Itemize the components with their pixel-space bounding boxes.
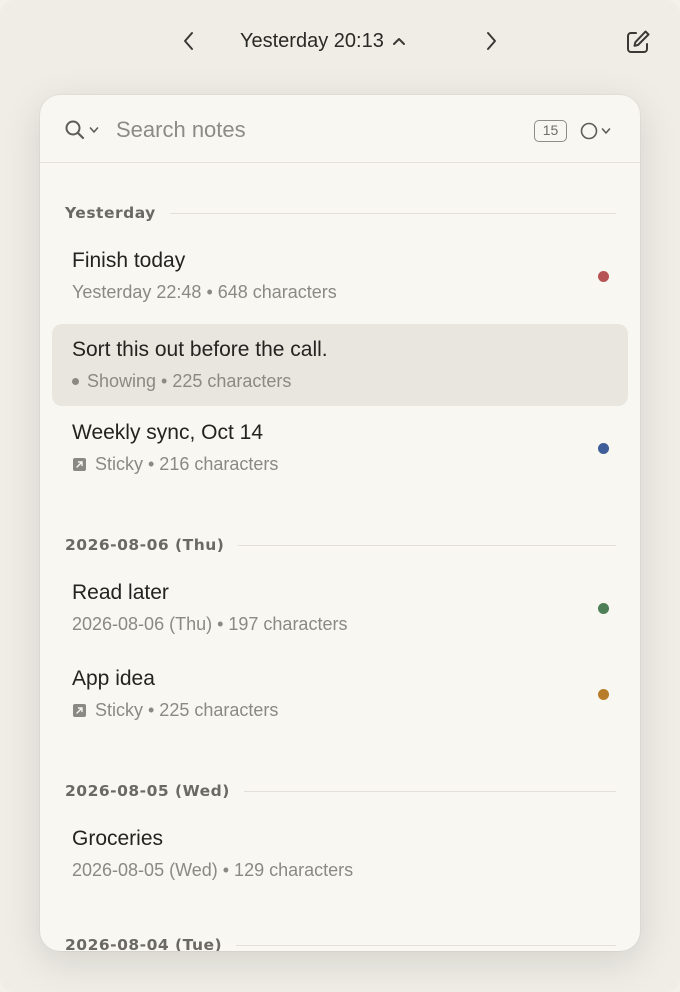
group-header: 2026-08-04 (Tue) (65, 933, 616, 951)
top-bar: Yesterday 20:13 (0, 0, 680, 84)
compose-icon (627, 30, 650, 53)
note-meta-text: 2026-08-05 (Wed) • 129 characters (72, 860, 354, 880)
circle-icon (580, 122, 598, 140)
compose-button[interactable] (622, 26, 654, 58)
group-label: Yesterday (65, 204, 156, 222)
note-meta: 2026-08-05 (Wed) • 129 characters (72, 860, 353, 881)
chevron-left-icon (184, 32, 193, 50)
sticky-icon (73, 704, 86, 717)
list-item[interactable]: App idea Sticky • 225 characters (52, 653, 628, 735)
list-item[interactable]: Weekly sync, Oct 14 Sticky • 216 charact… (52, 407, 628, 489)
group-header: Yesterday (65, 201, 616, 225)
previous-note-button[interactable] (174, 26, 204, 56)
note-meta-text: Sticky • 225 characters (95, 700, 279, 720)
list-item[interactable]: Finish today Yesterday 22:48 • 648 chara… (52, 235, 628, 317)
note-title: App idea (72, 667, 155, 690)
search-bar: 15 (40, 95, 640, 163)
chevron-up-icon (392, 38, 405, 45)
group-label: 2026-08-06 (Thu) (65, 536, 225, 554)
filter-button[interactable] (580, 121, 611, 141)
group-label: 2026-08-04 (Tue) (65, 936, 223, 951)
list-item[interactable]: Sort this out before the call. Showing •… (52, 324, 628, 406)
note-meta-text: Showing • 225 characters (87, 371, 292, 391)
note-title: Read later (72, 581, 169, 604)
sticky-icon (73, 458, 86, 471)
chevron-down-icon (89, 127, 99, 133)
list-item[interactable]: Groceries 2026-08-05 (Wed) • 129 charact… (52, 813, 628, 895)
note-meta: Sticky • 225 characters (72, 700, 278, 721)
notes-list[interactable]: Yesterday Finish today Yesterday 22:48 •… (40, 164, 640, 951)
note-title: Sort this out before the call. (72, 338, 328, 361)
color-tag-dot (598, 603, 609, 614)
showing-dot-icon (72, 378, 79, 385)
notes-popover: 15 Yesterday Finish today Yesterday 22:4… (40, 95, 640, 951)
note-meta: 2026-08-06 (Thu) • 197 characters (72, 614, 347, 635)
color-tag-dot (598, 271, 609, 282)
note-meta-text: 2026-08-06 (Thu) • 197 characters (72, 614, 348, 634)
group-label: 2026-08-05 (Wed) (65, 782, 230, 800)
divider (236, 944, 616, 946)
note-meta: Yesterday 22:48 • 648 characters (72, 282, 337, 303)
note-meta-text: Yesterday 22:48 • 648 characters (72, 282, 337, 302)
divider (169, 212, 616, 214)
group-header: 2026-08-05 (Wed) (65, 779, 616, 803)
date-title: Yesterday 20:13 (240, 29, 384, 52)
color-tag-dot (598, 443, 609, 454)
note-meta: Showing • 225 characters (72, 371, 291, 392)
note-title: Weekly sync, Oct 14 (72, 421, 264, 444)
group-header: 2026-08-06 (Thu) (65, 533, 616, 557)
search-input[interactable] (116, 115, 516, 145)
search-icon (65, 120, 85, 140)
note-meta-text: Sticky • 216 characters (95, 454, 279, 474)
note-meta: Sticky • 216 characters (72, 454, 278, 475)
search-scope-button[interactable] (64, 119, 99, 141)
next-note-button[interactable] (476, 26, 506, 56)
note-count-badge: 15 (534, 120, 567, 142)
chevron-right-icon (487, 32, 496, 50)
chevron-down-icon (601, 128, 611, 134)
divider (243, 790, 616, 792)
note-title: Finish today (72, 249, 186, 272)
app-window: Yesterday 20:13 15 (0, 0, 680, 992)
color-tag-dot (598, 689, 609, 700)
date-title-button[interactable]: Yesterday 20:13 (240, 28, 406, 54)
note-title: Groceries (72, 827, 164, 850)
divider (238, 544, 616, 546)
list-item[interactable]: Read later 2026-08-06 (Thu) • 197 charac… (52, 567, 628, 649)
